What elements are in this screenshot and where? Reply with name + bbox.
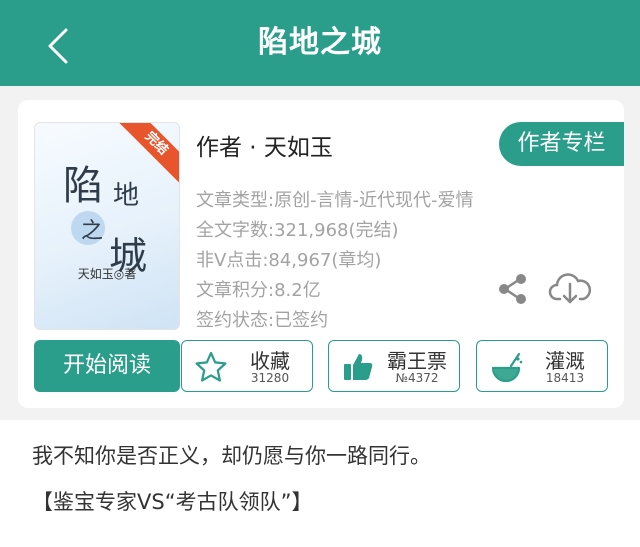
author-column-button[interactable]: 作者专栏 [499, 122, 624, 166]
cover-author: 天如玉◎著 [77, 267, 137, 281]
cover-title-char: 地 [113, 181, 140, 211]
collect-button[interactable]: 收藏 31280 [181, 340, 313, 392]
chevron-left-icon [48, 28, 68, 64]
meta-word-count: 全文字数:321,968(完结) [196, 220, 399, 241]
collect-label: 收藏 [250, 349, 290, 373]
bawangpiao-count: №4372 [395, 371, 439, 385]
meta-genre: 文章类型:原创-言情-近代现代-爱情 [196, 190, 474, 211]
book-cover[interactable]: 陷 地 之 城 天如玉◎著 完结 [34, 122, 180, 330]
cloud-download-icon [548, 273, 592, 304]
cover-title-char: 之 [81, 219, 104, 244]
author-name[interactable]: 作者 · 天如玉 [196, 128, 333, 162]
thumbs-up-icon [344, 354, 373, 380]
irrigate-count: 18413 [545, 371, 585, 385]
cover-title-char: 陷 [63, 163, 103, 209]
share-icon [499, 274, 526, 304]
irrigate-button[interactable]: 灌溉 18413 [476, 340, 608, 392]
meta-score: 文章积分:8.2亿 [196, 280, 321, 301]
back-button[interactable] [40, 26, 80, 66]
start-reading-button[interactable]: 开始阅读 [34, 340, 180, 392]
meta-sign-status: 签约状态:已签约 [196, 310, 329, 331]
description-line: 【鉴宝专家VS“考古队领队”】 [32, 490, 313, 514]
share-button[interactable] [496, 272, 530, 306]
bawangpiao-label: 霸王票 [387, 349, 447, 373]
irrigate-label: 灌溉 [545, 349, 585, 373]
meta-clicks: 非V点击:84,967(章均) [196, 250, 382, 271]
book-info-card: 陷 地 之 城 天如玉◎著 完结 作者 · 天如玉 作者专栏 文章类型:原创-言… [18, 100, 624, 408]
bawangpiao-button[interactable]: 霸王票 №4372 [328, 340, 460, 392]
book-description: 我不知你是否正义，却仍愿与你一路同行。 【鉴宝专家VS“考古队领队”】 [0, 420, 640, 547]
collect-count: 31280 [250, 371, 290, 385]
star-icon [195, 351, 227, 382]
watering-icon [491, 352, 523, 383]
description-line: 我不知你是否正义，却仍愿与你一路同行。 [32, 444, 431, 468]
download-button[interactable] [548, 268, 592, 308]
app-header: 陷地之城 [0, 0, 640, 86]
page-title: 陷地之城 [258, 25, 382, 60]
